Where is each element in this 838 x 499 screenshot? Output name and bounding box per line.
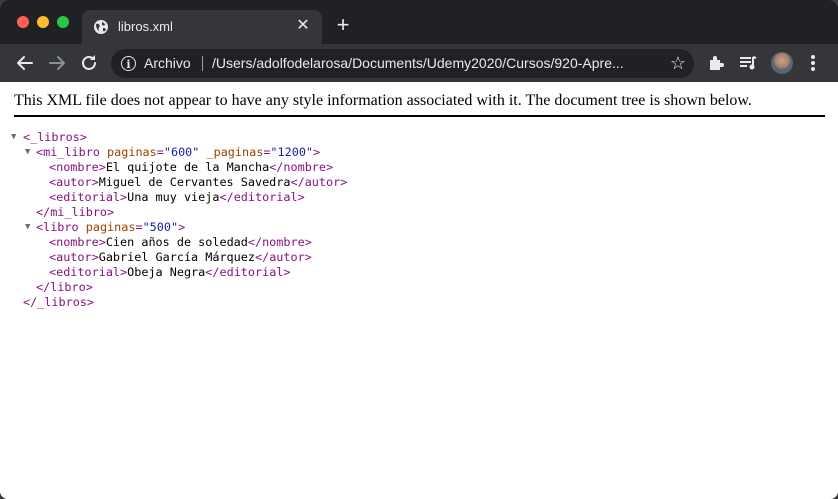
xml-attr-name: paginas [107, 145, 157, 159]
extensions-icon[interactable] [706, 53, 726, 73]
xml-line: <autor>Gabriel García Márquez</autor> [49, 250, 312, 264]
globe-icon [94, 20, 108, 34]
xml-text: Cien años de soledad [105, 235, 248, 249]
xml-attr-value: "500" [142, 220, 179, 234]
collapse-arrow-icon[interactable]: ▼ [25, 145, 35, 160]
menu-icon[interactable] [810, 53, 816, 73]
xml-text: Una muy vieja [127, 190, 220, 204]
xml-attr-name: paginas [85, 220, 136, 234]
xml-line: </_libros> [12, 295, 347, 310]
collapse-arrow-icon[interactable]: ▼ [11, 130, 21, 145]
xml-line: <editorial>Una muy vieja</editorial> [49, 190, 305, 204]
xml-line: <autor>Miguel de Cervantes Savedra</auto… [49, 175, 348, 189]
maximize-window-button[interactable] [57, 16, 69, 28]
plus-icon[interactable]: + [334, 14, 352, 36]
xml-tag: <_libros> [23, 130, 87, 144]
xml-tag: <mi_libro [36, 145, 100, 159]
toolbar: i Archivo /Users/adolfodelarosa/Document… [0, 44, 838, 82]
xml-tag: </libro> [36, 280, 93, 294]
xml-line: <editorial>Obeja Negra</editorial> [49, 265, 291, 279]
address-bar[interactable]: i Archivo /Users/adolfodelarosa/Document… [111, 49, 694, 78]
browser-window: libros.xml ✕ + i Archivo /Users/adolfode… [0, 0, 838, 499]
xml-text: Obeja Negra [127, 265, 206, 279]
xml-line: </mi_libro> [12, 205, 347, 220]
xml-text: Gabriel García Márquez [98, 250, 255, 264]
star-icon[interactable]: ☆ [670, 53, 686, 73]
divider [14, 115, 825, 117]
info-icon[interactable]: i [121, 56, 136, 71]
xml-attr-value: "1200" [270, 145, 314, 159]
tab-libros-xml[interactable]: libros.xml ✕ [82, 10, 322, 44]
xml-tree: ▼ <_libros> ▼ <mi_libro paginas="600" _pag… [11, 130, 348, 310]
xml-line: ▼ <libro paginas="500"> [25, 220, 186, 235]
tab-title: libros.xml [118, 19, 173, 34]
title-bar: libros.xml ✕ + [0, 0, 838, 44]
xml-tag: </_libros> [23, 295, 95, 309]
xml-tag: </mi_libro> [36, 205, 115, 219]
media-icon[interactable] [738, 53, 758, 73]
xml-attr-name: _paginas [206, 145, 264, 159]
xml-tag: <libro [36, 220, 79, 234]
xml-text: El quijote de la Mancha [105, 160, 270, 174]
minimize-window-button[interactable] [37, 16, 49, 28]
collapse-arrow-icon[interactable]: ▼ [25, 220, 35, 235]
avatar[interactable] [771, 52, 793, 74]
close-icon[interactable]: ✕ [294, 17, 312, 35]
site-chip[interactable]: Archivo [144, 55, 191, 71]
xml-info-header: This XML file does not appear to have an… [14, 92, 752, 109]
divider [202, 56, 203, 71]
back-icon[interactable] [14, 52, 36, 74]
xml-text: Miguel de Cervantes Savedra [98, 175, 291, 189]
reload-icon[interactable] [78, 52, 100, 74]
forward-icon[interactable] [46, 52, 68, 74]
close-window-button[interactable] [17, 16, 29, 28]
xml-line: <nombre>El quijote de la Mancha</nombre> [49, 160, 334, 174]
page-content: This XML file does not appear to have an… [0, 82, 838, 499]
xml-line: ▼ <_libros> [11, 130, 347, 145]
xml-line: ▼ <mi_libro paginas="600" _paginas="1200"… [25, 145, 321, 160]
url-text[interactable]: /Users/adolfodelarosa/Documents/Udemy202… [212, 55, 652, 71]
xml-line: <nombre>Cien años de soledad</nombre> [49, 235, 312, 249]
xml-line: </libro> [12, 280, 347, 295]
xml-attr-value: "600" [163, 145, 200, 159]
